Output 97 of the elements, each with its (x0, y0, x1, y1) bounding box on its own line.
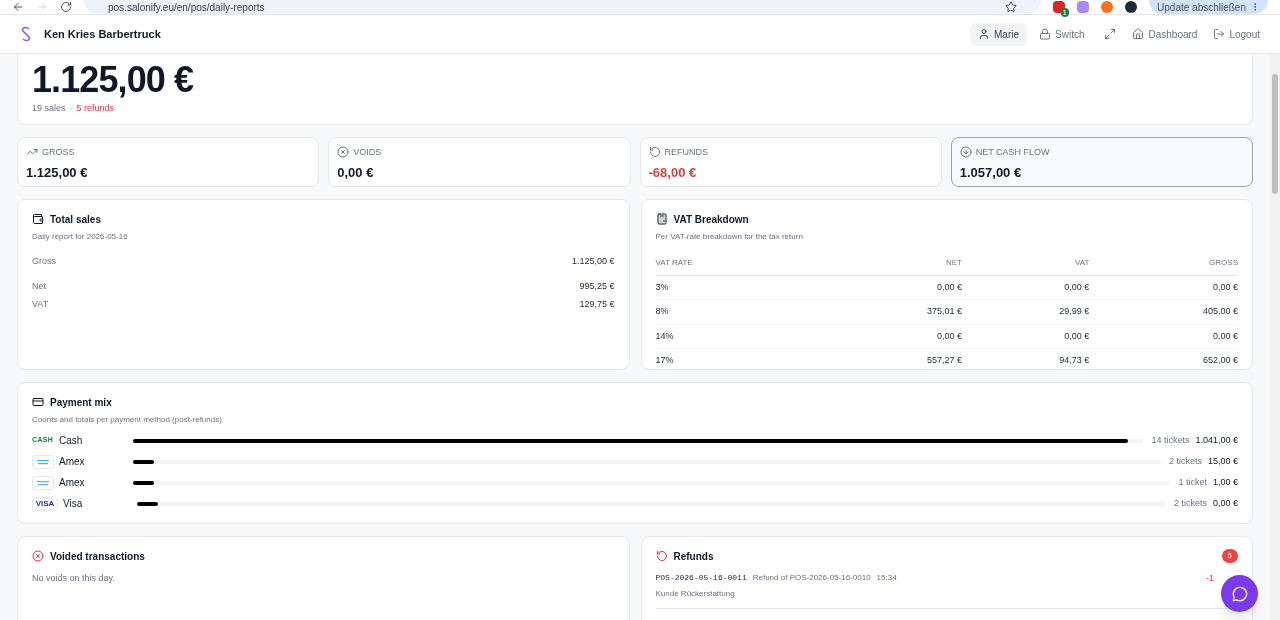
table-cell: 557,27 € (813, 348, 962, 373)
row-label: Gross (32, 254, 56, 268)
refunds-count: 5 refunds (76, 102, 115, 115)
card-title: Voided transactions (50, 549, 145, 564)
logout-icon (1213, 28, 1226, 40)
card-subtitle: Per VAT-rate breakdown for the tax return (655, 230, 804, 243)
table-cell: 405,00 € (1089, 299, 1238, 324)
table-cell: 0,00 € (961, 324, 1090, 349)
table-cell: 652,00 € (1089, 348, 1238, 373)
ticket-count: 2 tickets (1168, 454, 1202, 468)
table-cell: 375,01 € (813, 299, 962, 324)
refund-time: 15:34 (876, 571, 897, 584)
empty-message: No voids on this day. (32, 571, 116, 585)
table-cell: 3% (655, 275, 814, 300)
cancel-icon (337, 146, 350, 159)
column-header: VAT (961, 250, 1090, 275)
table-cell: 0,00 € (961, 275, 1090, 300)
ticket-count: 1 ticket (1178, 475, 1207, 489)
row-value: 995,25 € (579, 280, 615, 293)
stat-value: 1.125,00 € (26, 164, 89, 182)
address-bar[interactable]: pos.salonify.eu/en/pos/daily-reports (84, 0, 1042, 14)
user-icon (978, 28, 990, 40)
stat-label: VOIDS (353, 145, 382, 159)
bookmark-star-icon[interactable] (1005, 1, 1018, 13)
row-value: 1.125,00 € (571, 254, 615, 268)
update-button[interactable]: Update abschließen (1149, 0, 1268, 14)
calculator-icon (655, 213, 668, 225)
method-name: Amex (59, 476, 86, 490)
expand-icon (1104, 28, 1117, 40)
lock-icon (1039, 28, 1052, 40)
extension-icon[interactable] (1077, 1, 1090, 13)
visa-badge: VISA (32, 496, 58, 511)
count-badge: 5 (1221, 549, 1238, 563)
reload-icon[interactable] (60, 1, 72, 13)
method-name: Cash (59, 434, 84, 448)
card-icon (32, 475, 54, 490)
card-title: Payment mix (50, 395, 112, 410)
extension-icon[interactable] (1101, 1, 1114, 13)
table-cell: 8% (655, 299, 814, 324)
refund-description: Refund of POS-2026-05-16-0010 (752, 571, 871, 584)
table-cell: 94,73 € (961, 348, 1090, 373)
chat-icon (1231, 585, 1248, 602)
refund-amount: -1 (1206, 571, 1214, 585)
business-name: Ken Kries Barbertruck (44, 26, 161, 42)
extension-icon[interactable] (1053, 1, 1066, 13)
method-name: Amex (59, 455, 86, 469)
switch-button[interactable]: Switch (1035, 22, 1089, 46)
method-amount: 15,00 € (1207, 454, 1238, 468)
stat-label: NET CASH FLOW (975, 145, 1050, 159)
user-button[interactable]: Marie (970, 22, 1028, 46)
column-header: VAT RATE (655, 250, 814, 275)
logo-icon (20, 26, 32, 42)
method-amount: 0,00 € (1212, 496, 1238, 510)
dashboard-button[interactable]: Dashboard (1132, 22, 1198, 46)
table-cell: 0,00 € (813, 275, 962, 300)
table-cell: 0,00 € (1089, 324, 1238, 349)
transaction-id: POS-2026-05-16-0011 (655, 571, 747, 584)
profile-avatar[interactable] (1125, 1, 1138, 13)
method-amount: 1,00 € (1212, 475, 1238, 489)
table-cell: 17% (655, 348, 814, 373)
column-header: GROSS (1089, 250, 1238, 275)
stat-value: 1.057,00 € (959, 164, 1023, 182)
ticket-count: 14 tickets (1151, 433, 1190, 447)
logout-button[interactable]: Logout (1213, 22, 1260, 46)
card-icon (32, 454, 54, 469)
table-cell: 29,99 € (961, 299, 1090, 324)
total-amount: 1.125,00 € (32, 58, 195, 102)
ticket-count: 2 tickets (1173, 496, 1207, 510)
card-title: VAT Breakdown (673, 212, 749, 227)
method-amount: 1.041,00 € (1195, 433, 1238, 447)
table-cell: 14% (655, 324, 814, 349)
wallet-icon (32, 213, 44, 225)
stat-label: GROSS (42, 145, 75, 159)
undo-icon (648, 146, 661, 159)
method-name: Visa (63, 497, 84, 511)
row-label: VAT (32, 297, 49, 311)
card-title: Refunds (673, 549, 714, 564)
row-value: 129,75 € (579, 297, 615, 311)
home-icon (1132, 28, 1145, 40)
undo-icon (655, 550, 668, 562)
back-icon[interactable] (12, 1, 24, 13)
card-title: Total sales (50, 212, 101, 227)
sales-count: 19 sales (32, 102, 66, 115)
table-cell: 0,00 € (1089, 275, 1238, 300)
stat-value: 0,00 € (337, 164, 375, 182)
row-label: Net (32, 280, 46, 293)
arrow-down-circle-icon (959, 146, 972, 159)
separator: · (69, 102, 73, 115)
stat-value: -68,00 € (648, 164, 698, 182)
column-header: NET (813, 250, 962, 275)
card-subtitle: Counts and totals per payment method (post-refunds) (32, 413, 223, 426)
refund-note: Kunde Rückerstattung (655, 587, 736, 600)
table-cell: 0,00 € (813, 324, 962, 349)
credit-card-icon (32, 396, 44, 408)
card-subtitle: Daily report for 2026-05-16 (32, 230, 129, 243)
cancel-icon (32, 550, 44, 562)
stat-label: REFUNDS (664, 145, 708, 159)
